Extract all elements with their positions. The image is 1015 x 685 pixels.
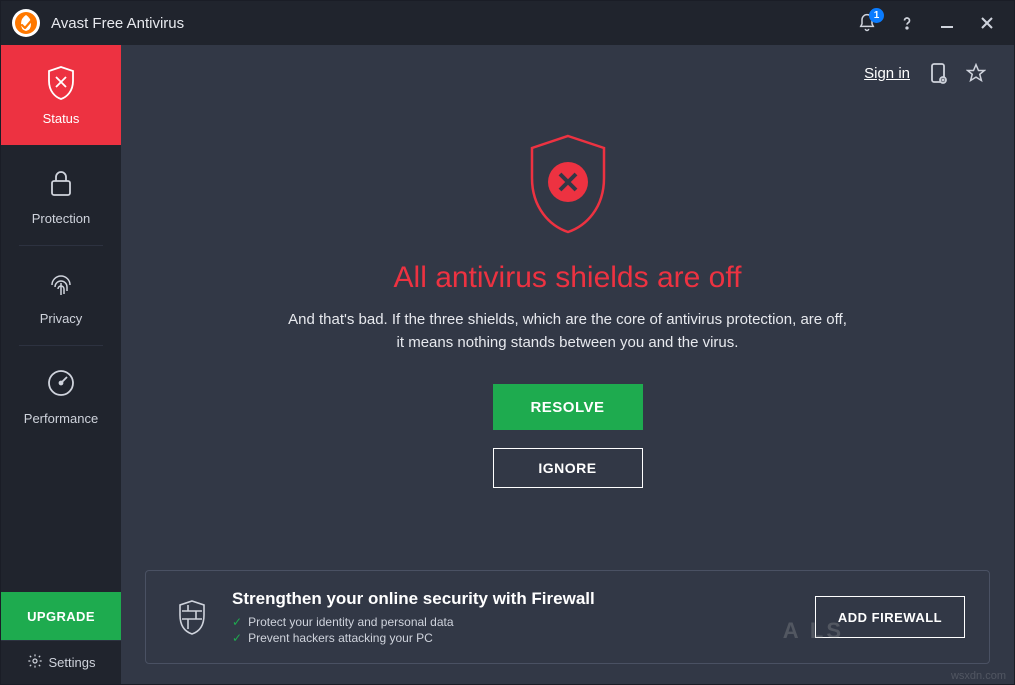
bullet-text: Prevent hackers attacking your PC (248, 631, 433, 645)
sidebar-item-label: Performance (24, 411, 98, 426)
close-button[interactable] (976, 12, 998, 34)
sidebar-item-settings[interactable]: Settings (1, 640, 121, 684)
upgrade-label: UPGRADE (27, 609, 95, 624)
fingerprint-icon (43, 265, 79, 301)
star-icon[interactable] (966, 63, 986, 83)
firewall-icon (170, 595, 214, 639)
sidebar-item-status[interactable]: Status (1, 45, 121, 145)
sign-in-link[interactable]: Sign in (864, 65, 910, 82)
sidebar-item-label: Status (43, 111, 80, 126)
check-icon: ✓ (232, 631, 242, 645)
lock-icon (43, 165, 79, 201)
device-icon[interactable] (928, 63, 948, 83)
settings-label: Settings (49, 655, 96, 670)
sidebar-item-label: Privacy (40, 311, 83, 326)
sidebar-item-label: Protection (32, 211, 91, 226)
shield-x-icon (43, 65, 79, 101)
sidebar-item-protection[interactable]: Protection (1, 145, 121, 245)
notification-badge: 1 (869, 8, 884, 23)
minimize-button[interactable] (936, 12, 958, 34)
resolve-button[interactable]: RESOLVE (493, 384, 643, 430)
close-icon (980, 16, 994, 30)
firewall-promo-card: Strengthen your online security with Fir… (145, 570, 990, 664)
app-title: Avast Free Antivirus (51, 15, 856, 32)
main-area: Sign in All antivirus shields are off An… (121, 45, 1014, 684)
titlebar: Avast Free Antivirus 1 (1, 1, 1014, 45)
help-icon (897, 13, 917, 33)
gauge-icon (43, 365, 79, 401)
firewall-bullet: ✓ Protect your identity and personal dat… (232, 615, 815, 629)
notifications-button[interactable]: 1 (856, 12, 878, 34)
status-description: And that's bad. If the three shields, wh… (288, 309, 848, 354)
firewall-bullet: ✓ Prevent hackers attacking your PC (232, 631, 815, 645)
check-icon: ✓ (232, 615, 242, 629)
sidebar-item-privacy[interactable]: Privacy (1, 245, 121, 345)
avast-logo-icon (7, 4, 45, 42)
bullet-text: Protect your identity and personal data (248, 615, 453, 629)
sidebar: Status Protection Privacy Performance UP… (1, 45, 121, 684)
gear-icon (27, 653, 43, 672)
upgrade-button[interactable]: UPGRADE (1, 592, 121, 640)
firewall-promo-title: Strengthen your online security with Fir… (232, 589, 815, 609)
warning-shield-icon (518, 129, 618, 239)
status-heading: All antivirus shields are off (394, 261, 742, 295)
ignore-button[interactable]: IGNORE (493, 448, 643, 488)
help-button[interactable] (896, 12, 918, 34)
minimize-icon (939, 15, 955, 31)
top-actions: Sign in (121, 45, 1014, 101)
add-firewall-button[interactable]: ADD FIREWALL (815, 596, 965, 638)
sidebar-item-performance[interactable]: Performance (1, 345, 121, 445)
